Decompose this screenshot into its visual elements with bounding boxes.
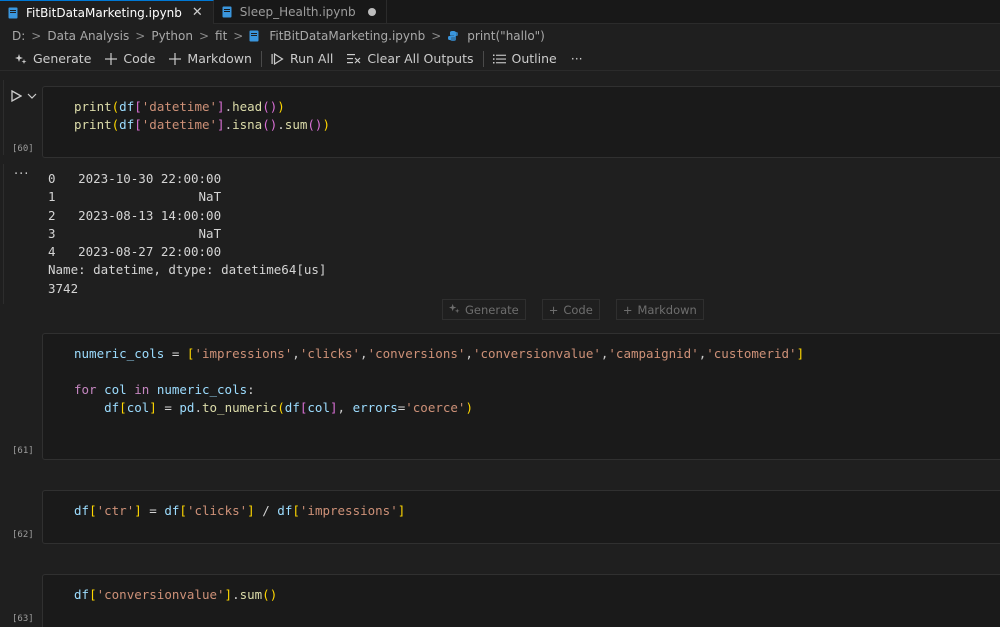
tab-sleep-health[interactable]: Sleep_Health.ipynb bbox=[214, 0, 387, 24]
execution-count: [60] bbox=[12, 144, 34, 154]
code-cell-61[interactable]: numeric_cols = ['impressions','clicks','… bbox=[42, 333, 1000, 460]
clear-all-outputs-button[interactable]: Clear All Outputs bbox=[340, 48, 480, 70]
code-cell-60[interactable]: print(df['datetime'].head()) print(df['d… bbox=[42, 86, 1000, 158]
notebook-icon bbox=[249, 30, 261, 42]
breadcrumb-item[interactable]: print("hallo") bbox=[467, 29, 545, 43]
output-line: Name: datetime, dtype: datetime64[us] bbox=[48, 262, 327, 278]
cell-gutter-line bbox=[3, 164, 4, 304]
add-code-cell-button[interactable]: Code bbox=[98, 48, 162, 70]
breadcrumb-item[interactable]: Data Analysis bbox=[47, 29, 129, 43]
breadcrumb-item[interactable]: Python bbox=[151, 29, 193, 43]
execution-count: [61] bbox=[12, 446, 34, 456]
chevron-down-icon bbox=[27, 93, 37, 99]
outline-button[interactable]: Outline bbox=[486, 48, 564, 70]
breadcrumb: D: > Data Analysis > Python > fit > FitB… bbox=[0, 25, 1000, 47]
output-line: 1 NaT bbox=[48, 189, 222, 205]
code-editor[interactable]: df['conversionvalue'].sum() bbox=[74, 586, 277, 604]
output-line: 2 2023-08-13 14:00:00 bbox=[48, 207, 222, 223]
insert-cell-toolbar: Generate + Code + Markdown bbox=[442, 299, 704, 320]
plus-icon bbox=[105, 52, 118, 65]
output-line: 3 NaT bbox=[48, 225, 222, 241]
chevron-right-icon: > bbox=[135, 29, 146, 43]
list-icon bbox=[492, 53, 506, 65]
chevron-right-icon: > bbox=[198, 29, 210, 43]
generate-label: Generate bbox=[33, 51, 92, 66]
execution-count: [63] bbox=[12, 614, 34, 624]
python-icon bbox=[447, 30, 459, 42]
toolbar-divider bbox=[482, 50, 484, 67]
clear-all-outputs-label: Clear All Outputs bbox=[367, 51, 474, 66]
insert-markdown-button[interactable]: + Markdown bbox=[615, 299, 704, 320]
execution-count: [62] bbox=[12, 530, 34, 540]
plus-icon bbox=[169, 52, 182, 65]
output-line: 4 2023-08-27 22:00:00 bbox=[48, 244, 222, 260]
insert-code-button[interactable]: + Code bbox=[541, 299, 600, 320]
breadcrumb-item[interactable]: D: bbox=[12, 29, 25, 43]
chevron-right-icon: > bbox=[431, 29, 442, 43]
tab-fitbitdatamarketing[interactable]: FitBitDataMarketing.ipynb ✕ bbox=[0, 0, 214, 24]
more-icon: ··· bbox=[570, 51, 583, 66]
code-cell-62[interactable]: df['ctr'] = df['clicks'] / df['impressio… bbox=[42, 490, 1000, 544]
clear-all-icon bbox=[347, 53, 361, 65]
cell-gutter-line bbox=[3, 80, 4, 155]
tab-bar: FitBitDataMarketing.ipynb ✕ Sleep_Health… bbox=[0, 0, 1000, 24]
notebook-body: print(df['datetime'].head()) print(df['d… bbox=[0, 72, 1000, 627]
chevron-right-icon: > bbox=[31, 29, 42, 43]
insert-generate-button[interactable]: Generate bbox=[442, 299, 526, 320]
insert-markdown-label: Markdown bbox=[637, 302, 697, 317]
run-cell-button[interactable] bbox=[11, 90, 37, 102]
cell-output: 0 2023-10-30 22:00:00 1 NaT 2 2023-08-13… bbox=[48, 170, 326, 298]
code-editor[interactable]: df['ctr'] = df['clicks'] / df['impressio… bbox=[74, 502, 405, 520]
notebook-toolbar: Generate Code Markdown Run All Clear All… bbox=[0, 47, 1000, 71]
output-more-icon[interactable]: ··· bbox=[14, 167, 29, 182]
breadcrumb-item[interactable]: fit bbox=[215, 29, 227, 43]
sparkle-icon bbox=[15, 53, 27, 65]
play-icon bbox=[11, 90, 22, 102]
chevron-right-icon: > bbox=[233, 29, 244, 43]
insert-code-label: Code bbox=[563, 302, 593, 317]
notebook-icon bbox=[222, 6, 232, 18]
code-label: Code bbox=[123, 51, 156, 66]
notebook-icon bbox=[8, 7, 18, 19]
code-editor[interactable]: numeric_cols = ['impressions','clicks','… bbox=[74, 345, 804, 417]
insert-generate-label: Generate bbox=[465, 302, 519, 317]
run-all-button[interactable]: Run All bbox=[264, 48, 340, 70]
generate-button[interactable]: Generate bbox=[8, 48, 98, 70]
tab-label: FitBitDataMarketing.ipynb bbox=[26, 5, 182, 20]
sparkle-icon bbox=[449, 303, 460, 317]
output-line: 3742 bbox=[48, 280, 79, 296]
unsaved-dot-icon[interactable] bbox=[367, 8, 376, 16]
breadcrumb-item[interactable]: FitBitDataMarketing.ipynb bbox=[269, 29, 425, 43]
output-line: 0 2023-10-30 22:00:00 bbox=[48, 171, 222, 186]
markdown-label: Markdown bbox=[187, 51, 252, 66]
code-editor[interactable]: print(df['datetime'].head()) print(df['d… bbox=[74, 98, 330, 134]
plus-icon: + bbox=[622, 302, 633, 317]
add-markdown-cell-button[interactable]: Markdown bbox=[162, 48, 259, 70]
run-all-label: Run All bbox=[289, 51, 334, 66]
toolbar-divider bbox=[260, 50, 262, 67]
plus-icon: + bbox=[548, 302, 559, 317]
run-all-icon bbox=[271, 52, 284, 65]
outline-label: Outline bbox=[511, 51, 557, 66]
close-icon[interactable]: ✕ bbox=[192, 5, 203, 20]
tab-label: Sleep_Health.ipynb bbox=[239, 5, 356, 19]
more-actions-button[interactable]: ··· bbox=[564, 48, 590, 70]
code-cell-63[interactable]: df['conversionvalue'].sum() bbox=[42, 574, 1000, 627]
